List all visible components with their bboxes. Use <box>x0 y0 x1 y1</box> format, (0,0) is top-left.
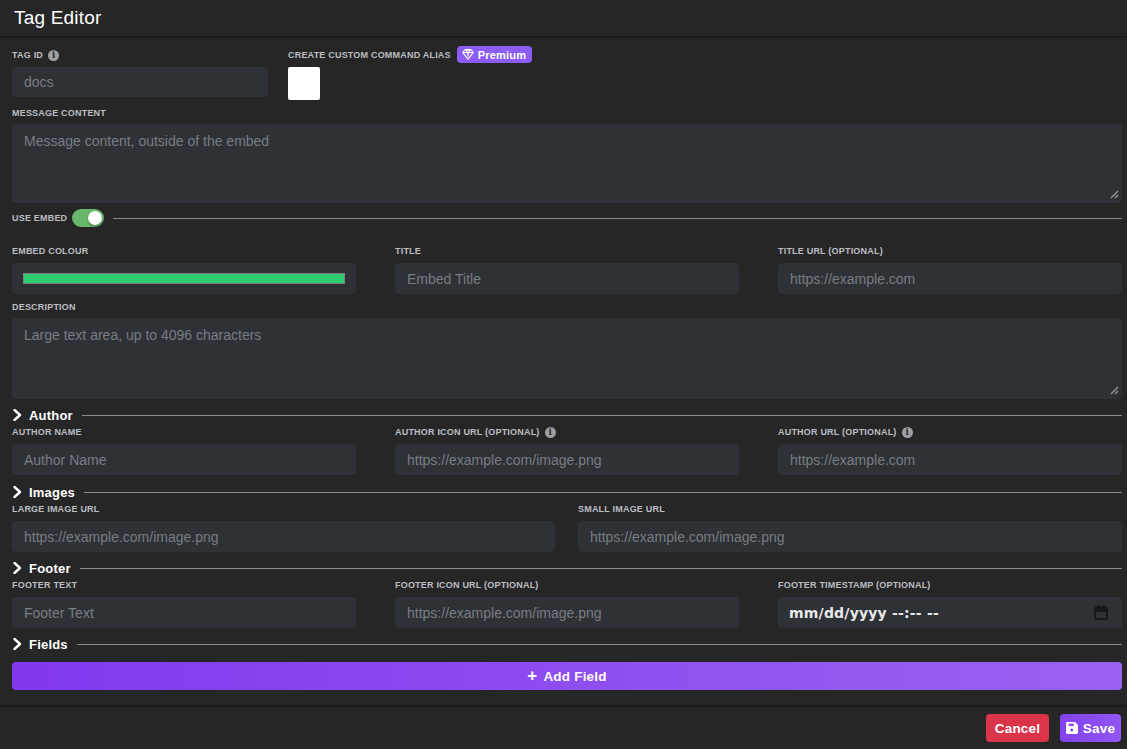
tag-id-input[interactable] <box>12 67 268 97</box>
save-icon <box>1066 722 1078 734</box>
row-author: AUTHOR NAME AUTHOR ICON URL (OPTIONAL) i… <box>12 427 1122 475</box>
author-name-label: AUTHOR NAME <box>12 427 82 437</box>
field-footer-timestamp: FOOTER TIMESTAMP (OPTIONAL) mm/dd/yyyy -… <box>778 580 1122 628</box>
cancel-button[interactable]: Cancel <box>986 714 1049 742</box>
add-field-label: Add Field <box>543 669 606 684</box>
divider <box>80 568 1122 569</box>
author-icon-url-input[interactable] <box>395 444 739 475</box>
modal-body: TAG ID i CREATE CUSTOM COMMAND ALIAS Pre… <box>0 38 1127 705</box>
row-embed-top: EMBED COLOUR TITLE TITLE URL (OPTIONAL) <box>12 246 1122 294</box>
field-author-icon-url: AUTHOR ICON URL (OPTIONAL) i <box>395 427 739 475</box>
plus-icon: + <box>527 667 537 684</box>
title-input[interactable] <box>395 263 739 294</box>
field-author-name: AUTHOR NAME <box>12 427 356 475</box>
premium-badge-label: Premium <box>478 49 526 61</box>
modal-header: Tag Editor <box>0 0 1127 38</box>
save-label: Save <box>1083 721 1115 736</box>
premium-badge: Premium <box>457 46 532 63</box>
chevron-right-icon <box>13 486 22 498</box>
footer-text-label: FOOTER TEXT <box>12 580 77 590</box>
field-message-content: MESSAGE CONTENT <box>12 108 1122 203</box>
divider <box>77 644 1122 645</box>
title-label: TITLE <box>395 246 421 256</box>
chevron-right-icon <box>13 562 22 574</box>
use-embed-label: USE EMBED <box>12 213 67 223</box>
info-icon[interactable]: i <box>545 427 556 438</box>
divider <box>82 415 1122 416</box>
row-footer-fields: FOOTER TEXT FOOTER ICON URL (OPTIONAL) F… <box>12 580 1122 628</box>
command-alias-checkbox[interactable] <box>288 67 320 100</box>
field-title-url: TITLE URL (OPTIONAL) <box>778 246 1122 294</box>
field-footer-icon-url: FOOTER ICON URL (OPTIONAL) <box>395 580 739 628</box>
info-icon[interactable]: i <box>48 50 59 61</box>
cancel-label: Cancel <box>995 721 1040 736</box>
divider <box>84 492 1122 493</box>
section-fields[interactable]: Fields <box>12 636 1122 652</box>
row-use-embed: USE EMBED <box>12 209 1122 227</box>
section-author-title: Author <box>29 408 73 423</box>
title-url-label: TITLE URL (OPTIONAL) <box>778 246 883 256</box>
colour-swatch <box>23 273 345 284</box>
chevron-right-icon <box>13 638 22 650</box>
tag-id-label: TAG ID <box>12 50 43 60</box>
large-image-label: LARGE IMAGE URL <box>12 504 100 514</box>
field-footer-text: FOOTER TEXT <box>12 580 356 628</box>
command-alias-label: CREATE CUSTOM COMMAND ALIAS <box>288 50 451 60</box>
modal-footer: Cancel Save <box>0 705 1127 749</box>
message-content-label: MESSAGE CONTENT <box>12 108 106 118</box>
tag-editor-modal: Tag Editor TAG ID i CREATE CUSTOM COMMAN… <box>0 0 1127 749</box>
author-name-input[interactable] <box>12 444 356 475</box>
small-image-input[interactable] <box>578 521 1122 552</box>
datetime-value: mm/dd/yyyy --:-- -- <box>789 605 1094 621</box>
field-command-alias: CREATE CUSTOM COMMAND ALIAS Premium <box>288 46 532 100</box>
field-author-url: AUTHOR URL (OPTIONAL) i <box>778 427 1122 475</box>
section-images[interactable]: Images <box>12 484 1122 500</box>
author-icon-url-label: AUTHOR ICON URL (OPTIONAL) <box>395 427 540 437</box>
section-fields-title: Fields <box>29 637 68 652</box>
toggle-knob <box>88 211 102 225</box>
row-images: LARGE IMAGE URL SMALL IMAGE URL <box>12 504 1122 552</box>
field-large-image: LARGE IMAGE URL <box>12 504 555 552</box>
embed-colour-input[interactable] <box>12 263 356 294</box>
description-textarea[interactable] <box>12 318 1122 399</box>
info-icon[interactable]: i <box>902 427 913 438</box>
gem-icon <box>462 49 474 60</box>
footer-text-input[interactable] <box>12 597 356 628</box>
add-field-button[interactable]: + Add Field <box>12 662 1122 690</box>
use-embed-toggle[interactable] <box>72 209 104 227</box>
chevron-right-icon <box>13 409 22 421</box>
description-label: DESCRIPTION <box>12 302 76 312</box>
message-content-textarea[interactable] <box>12 124 1122 203</box>
embed-colour-label: EMBED COLOUR <box>12 246 88 256</box>
footer-timestamp-input[interactable]: mm/dd/yyyy --:-- -- <box>778 597 1122 628</box>
title-url-input[interactable] <box>778 263 1122 294</box>
section-footer-title: Footer <box>29 561 71 576</box>
field-small-image: SMALL IMAGE URL <box>578 504 1122 552</box>
footer-icon-url-label: FOOTER ICON URL (OPTIONAL) <box>395 580 539 590</box>
section-author[interactable]: Author <box>12 407 1122 423</box>
calendar-icon[interactable] <box>1094 605 1108 620</box>
footer-icon-url-input[interactable] <box>395 597 739 628</box>
large-image-input[interactable] <box>12 521 555 552</box>
field-title: TITLE <box>395 246 739 294</box>
section-footer[interactable]: Footer <box>12 560 1122 576</box>
small-image-label: SMALL IMAGE URL <box>578 504 665 514</box>
divider <box>113 218 1122 219</box>
author-url-label: AUTHOR URL (OPTIONAL) <box>778 427 897 437</box>
field-embed-colour: EMBED COLOUR <box>12 246 356 294</box>
row-tagid-alias: TAG ID i CREATE CUSTOM COMMAND ALIAS Pre… <box>12 46 1122 100</box>
author-url-input[interactable] <box>778 444 1122 475</box>
save-button[interactable]: Save <box>1060 714 1121 742</box>
field-description: DESCRIPTION <box>12 302 1122 399</box>
field-tag-id: TAG ID i <box>12 46 268 100</box>
footer-timestamp-label: FOOTER TIMESTAMP (OPTIONAL) <box>778 580 931 590</box>
page-title: Tag Editor <box>14 7 102 29</box>
section-images-title: Images <box>29 485 75 500</box>
